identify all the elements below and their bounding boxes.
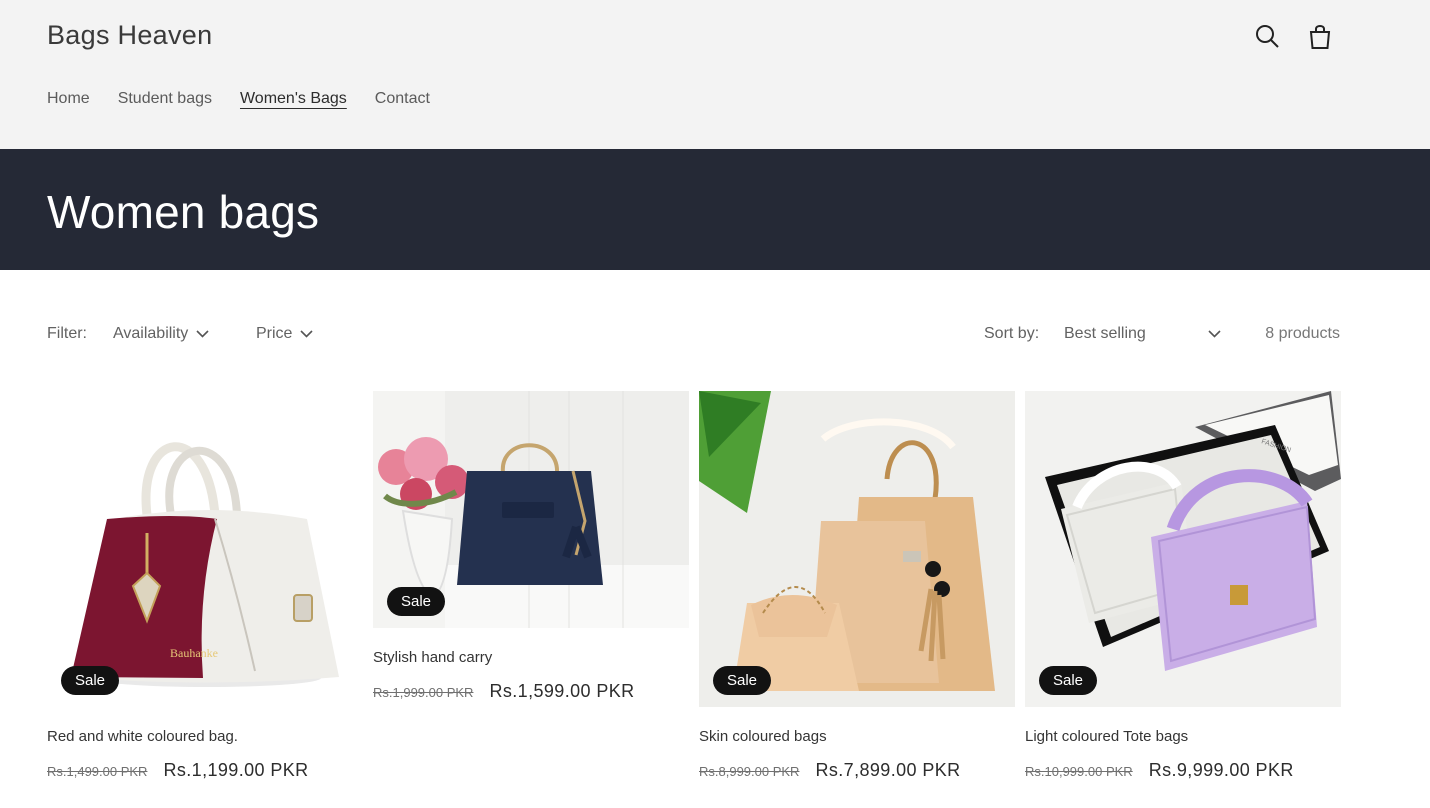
regular-price: Rs.10,999.00 PKR [1025, 764, 1133, 779]
main-navigation: Home Student bags Women's Bags Contact [47, 90, 430, 108]
nav-link-home[interactable]: Home [47, 90, 90, 108]
chevron-down-icon [1208, 330, 1221, 338]
price-filter[interactable]: Price [256, 325, 314, 343]
sale-badge: Sale [713, 666, 772, 695]
sale-badge: Sale [61, 666, 120, 695]
regular-price: Rs.8,999.00 PKR [699, 764, 800, 779]
product-image-light-coloured-tote-bags[interactable]: FASHION Sale [1025, 391, 1341, 707]
product-image-skin-coloured-bags[interactable]: Sale [699, 391, 1015, 707]
regular-price: Rs.1,999.00 PKR [373, 685, 474, 700]
product-count: 8 products [1265, 325, 1340, 342]
collection-title: Women bags [47, 186, 320, 238]
product-price: Rs.1,499.00 PKR Rs.1,199.00 PKR [47, 760, 309, 781]
sale-price: Rs.9,999.00 PKR [1148, 760, 1294, 780]
product-image-red-white-bag[interactable]: Bauhanke Sale [47, 391, 363, 707]
product-image-stylish-hand-carry[interactable]: Sale [373, 391, 689, 628]
product-title[interactable]: Light coloured Tote bags [1025, 728, 1188, 745]
nav-link-student-bags[interactable]: Student bags [118, 90, 212, 108]
sale-price: Rs.1,199.00 PKR [163, 760, 309, 780]
availability-filter[interactable]: Availability [113, 325, 209, 343]
store-logo[interactable]: Bags Heaven [47, 20, 212, 51]
filter-sort-bar: Filter: Availability Price Sort by: Best… [47, 325, 1340, 347]
sort-label: Sort by: [984, 325, 1040, 342]
regular-price: Rs.1,499.00 PKR [47, 764, 148, 779]
filter-label: Filter: [47, 325, 87, 342]
product-title[interactable]: Skin coloured bags [699, 728, 827, 745]
sale-price: Rs.7,899.00 PKR [815, 760, 961, 780]
product-price: Rs.1,999.00 PKR Rs.1,599.00 PKR [373, 681, 635, 702]
collection-banner: Women bags [0, 149, 1430, 270]
sale-price: Rs.1,599.00 PKR [489, 681, 635, 701]
sale-badge: Sale [387, 587, 446, 616]
search-icon[interactable] [1253, 22, 1283, 52]
nav-link-contact[interactable]: Contact [375, 90, 430, 108]
site-header: Bags Heaven Home Student bags Women's Ba… [0, 0, 1430, 149]
price-filter-label: Price [256, 325, 293, 342]
availability-filter-label: Availability [113, 325, 189, 342]
sort-selected-value: Best selling [1064, 325, 1146, 342]
chevron-down-icon [196, 330, 209, 338]
sort-select[interactable]: Best selling [1064, 325, 1221, 343]
product-price: Rs.8,999.00 PKR Rs.7,899.00 PKR [699, 760, 961, 781]
nav-link-womens-bags[interactable]: Women's Bags [240, 90, 347, 108]
chevron-down-icon [300, 330, 314, 338]
shopping-bag-icon[interactable] [1305, 22, 1335, 52]
sale-badge: Sale [1039, 666, 1098, 695]
svg-text:Bauhanke: Bauhanke [170, 646, 218, 660]
product-title[interactable]: Red and white coloured bag. [47, 728, 238, 745]
product-price: Rs.10,999.00 PKR Rs.9,999.00 PKR [1025, 760, 1294, 781]
product-title[interactable]: Stylish hand carry [373, 649, 492, 666]
